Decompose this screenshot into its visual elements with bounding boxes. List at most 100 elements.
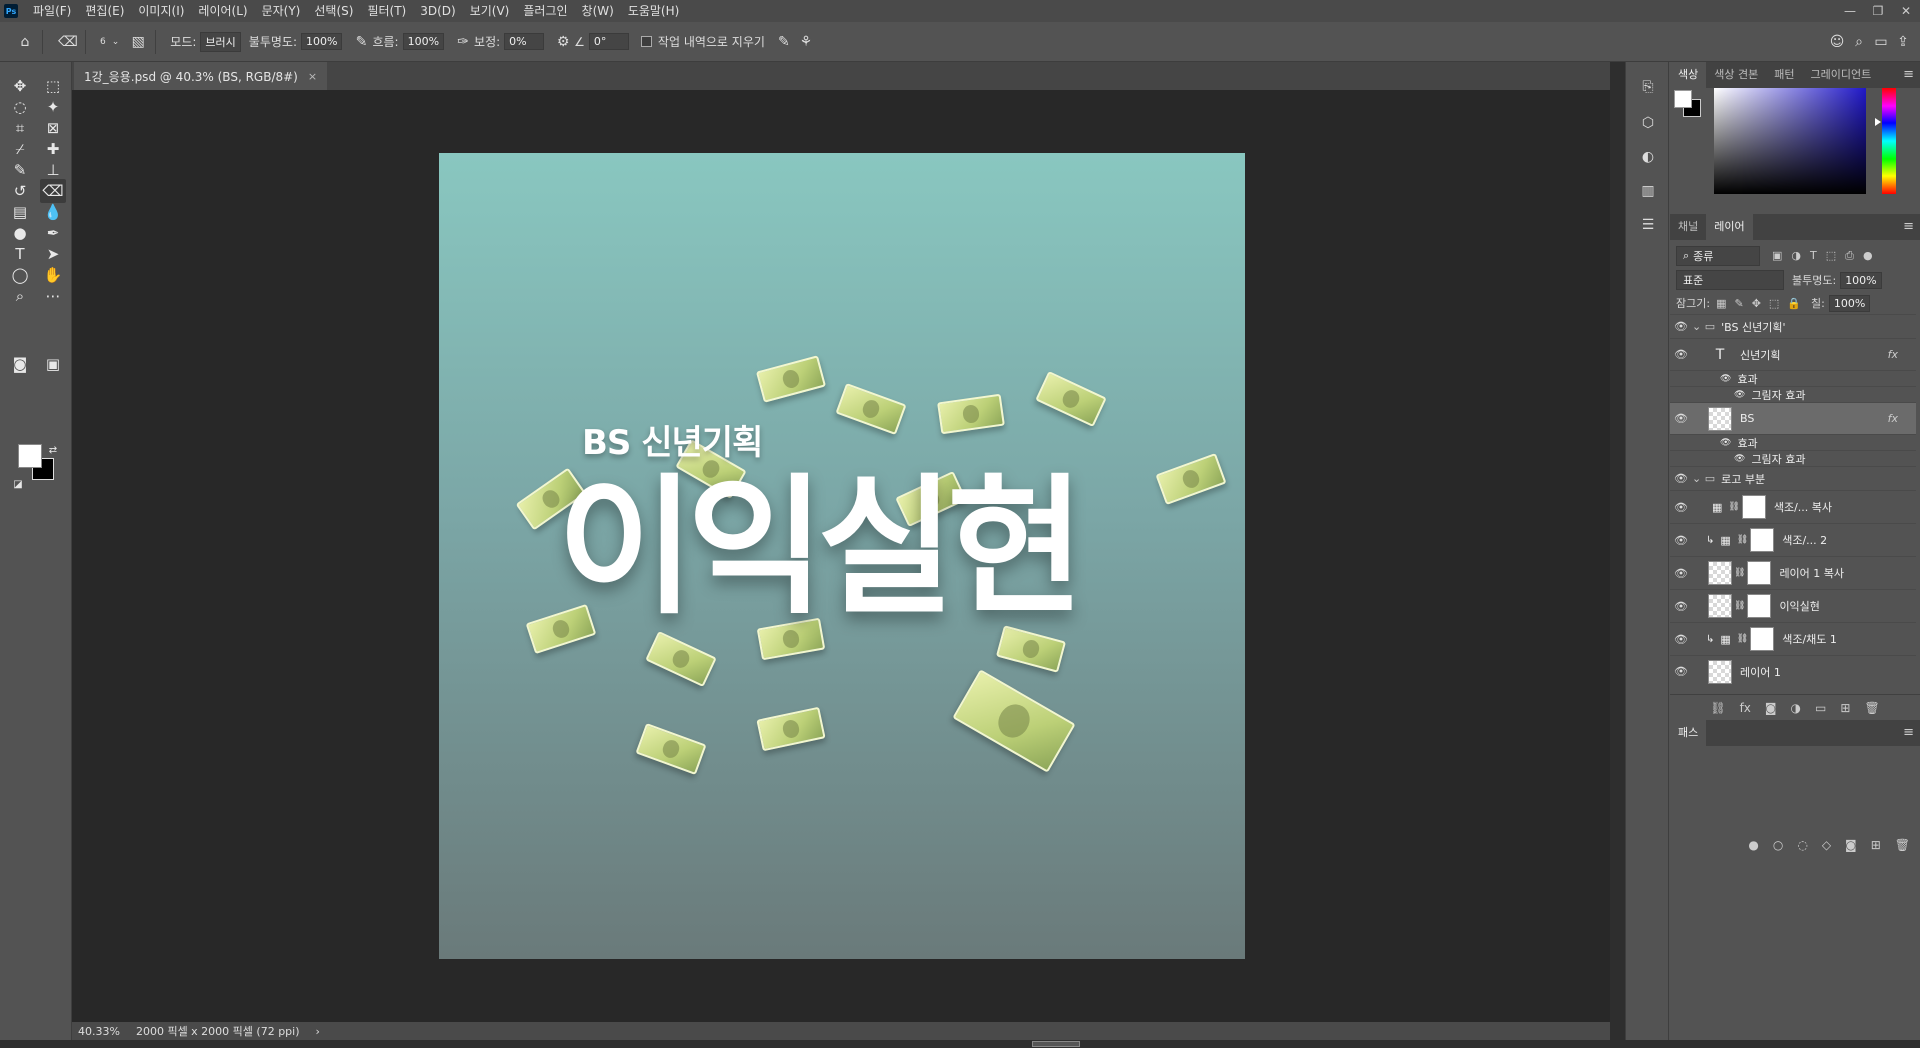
- panel-menu-icon[interactable]: ≡: [1903, 725, 1914, 740]
- visibility-eye-icon[interactable]: 👁: [1670, 348, 1692, 361]
- effect-visibility-icon[interactable]: 👁: [1720, 438, 1731, 448]
- airbrush-icon[interactable]: ✑: [452, 31, 474, 53]
- visibility-eye-icon[interactable]: 👁: [1670, 567, 1692, 580]
- layer-mask-thumbnail[interactable]: [1747, 594, 1772, 618]
- hue-slider[interactable]: [1882, 88, 1896, 194]
- menu-filter[interactable]: 필터(T): [360, 0, 413, 22]
- folder-icon[interactable]: ⌄ ▭: [1692, 320, 1715, 333]
- layer-opacity-field[interactable]: 100%: [1840, 271, 1882, 289]
- stroke-path-icon[interactable]: ○: [1773, 838, 1783, 852]
- add-mask-icon[interactable]: ◙: [1765, 701, 1777, 715]
- history-panel-icon[interactable]: ⎘: [1635, 74, 1661, 100]
- visibility-eye-icon[interactable]: 👁: [1670, 472, 1692, 485]
- layer-effect-row[interactable]: 👁 효과: [1670, 434, 1916, 450]
- menu-image[interactable]: 이미지(I): [131, 0, 191, 22]
- effect-visibility-icon[interactable]: 👁: [1734, 390, 1745, 400]
- opacity-field[interactable]: 100%: [301, 33, 343, 50]
- layer-fx-badge[interactable]: fx: [1888, 412, 1898, 425]
- layer-group-row[interactable]: 👁 ⌄ ▭ 'BS 신년기획': [1670, 314, 1916, 338]
- pressure-opacity-icon[interactable]: ✎: [350, 31, 372, 53]
- filter-pixel-icon[interactable]: ▣: [1772, 249, 1782, 263]
- document-canvas[interactable]: BS 신년기획 이익실현: [439, 153, 1245, 959]
- swap-colors-icon[interactable]: ⇄: [40, 438, 66, 462]
- visibility-eye-icon[interactable]: 👁: [1670, 412, 1692, 425]
- make-work-path-icon[interactable]: ◇: [1822, 838, 1831, 852]
- brush-settings-icon[interactable]: ▧: [127, 31, 149, 53]
- mask-link-icon[interactable]: ⛓: [1737, 535, 1748, 545]
- hue-slider-marker[interactable]: [1875, 118, 1881, 126]
- libraries-panel-icon[interactable]: ▥: [1635, 178, 1661, 204]
- filter-smart-object-icon[interactable]: ⎙: [1845, 249, 1854, 263]
- menu-file[interactable]: 파일(F): [26, 0, 78, 22]
- close-window-button[interactable]: ✕: [1892, 0, 1920, 22]
- tab-channels[interactable]: 채널: [1670, 214, 1706, 240]
- share-icon[interactable]: ⇪: [1892, 31, 1914, 53]
- visibility-eye-icon[interactable]: 👁: [1670, 534, 1692, 547]
- lock-all-icon[interactable]: 🔒: [1787, 297, 1801, 310]
- mask-link-icon[interactable]: ⛓: [1734, 568, 1745, 578]
- menu-help[interactable]: 도움말(H): [621, 0, 687, 22]
- visibility-eye-icon[interactable]: 👁: [1670, 501, 1692, 514]
- add-mask-icon[interactable]: ◙: [1845, 838, 1857, 852]
- lock-pixels-icon[interactable]: ✎: [1734, 297, 1743, 310]
- layer-row[interactable]: 👁 레이어 1: [1670, 655, 1916, 687]
- filter-shape-icon[interactable]: ⬚: [1826, 249, 1836, 263]
- layer-effect-row[interactable]: 👁 그림자 효과: [1670, 450, 1916, 466]
- layer-style-icon[interactable]: fx: [1740, 701, 1751, 715]
- mask-link-icon[interactable]: ⛓: [1728, 502, 1739, 512]
- eraser-tool-preset-icon[interactable]: ⌫: [57, 31, 79, 53]
- lock-artboard-icon[interactable]: ⬚: [1769, 297, 1779, 310]
- menu-layer[interactable]: 레이어(L): [191, 0, 254, 22]
- layer-mask-thumbnail[interactable]: [1750, 528, 1775, 552]
- lock-position-icon[interactable]: ✥: [1752, 297, 1761, 310]
- status-arrow-icon[interactable]: ›: [316, 1025, 320, 1038]
- erase-history-checkbox[interactable]: [640, 36, 652, 47]
- horizontal-scrollbar[interactable]: [0, 1040, 1920, 1048]
- folder-icon[interactable]: ⌄ ▭: [1692, 472, 1715, 485]
- mode-select[interactable]: 브러시: [200, 31, 241, 52]
- effect-visibility-icon[interactable]: 👁: [1720, 374, 1731, 384]
- load-selection-icon[interactable]: ◌: [1797, 838, 1807, 852]
- menu-view[interactable]: 보기(V): [463, 0, 517, 22]
- workspace-icon[interactable]: ▭: [1870, 31, 1892, 53]
- screen-mode-icon[interactable]: ▣: [40, 352, 66, 376]
- minimize-button[interactable]: —: [1836, 0, 1864, 22]
- search-icon[interactable]: ⌕: [1848, 31, 1870, 53]
- layer-row[interactable]: 👁 BS fx: [1670, 402, 1916, 434]
- layer-row[interactable]: 👁 ↳ ▦ ⛓ 색조/채도 1: [1670, 622, 1916, 655]
- menu-3d[interactable]: 3D(D): [413, 0, 462, 22]
- new-path-icon[interactable]: ⊞: [1871, 838, 1881, 852]
- layer-row[interactable]: 👁 ⛓ 이익실현: [1670, 589, 1916, 622]
- tab-layers[interactable]: 레이어: [1706, 214, 1753, 240]
- layer-row[interactable]: 👁 ⛓ 레이어 1 복사: [1670, 556, 1916, 589]
- close-tab-icon[interactable]: ×: [308, 70, 317, 83]
- pressure-size-icon[interactable]: ✎: [773, 31, 795, 53]
- zoom-tool-icon[interactable]: ⌕: [7, 284, 33, 308]
- filter-type-icon[interactable]: T: [1810, 249, 1817, 263]
- vertical-scrollbar[interactable]: [1610, 62, 1625, 1040]
- layer-effect-row[interactable]: 👁 효과: [1670, 370, 1916, 386]
- panel-fg-swatch[interactable]: [1674, 90, 1692, 108]
- lock-transparent-icon[interactable]: ▦: [1716, 297, 1726, 310]
- new-group-icon[interactable]: ▭: [1815, 701, 1826, 715]
- scroll-thumb[interactable]: [1032, 1041, 1080, 1047]
- layer-group-row[interactable]: 👁 ⌄ ▭ 로고 부분: [1670, 466, 1916, 490]
- symmetry-icon[interactable]: ⚘: [795, 31, 817, 53]
- panel-menu-icon[interactable]: ≡: [1903, 219, 1914, 234]
- user-icon[interactable]: ☺: [1826, 31, 1848, 53]
- visibility-eye-icon[interactable]: 👁: [1670, 600, 1692, 613]
- filter-toggle-icon[interactable]: ●: [1863, 249, 1873, 263]
- fill-field[interactable]: 100%: [1828, 294, 1871, 312]
- gear-icon[interactable]: ⚙: [552, 31, 574, 53]
- adjustments-panel-icon[interactable]: ◐: [1635, 144, 1661, 170]
- document-tab[interactable]: 1강_응용.psd @ 40.3% (BS, RGB/8#) ×: [74, 62, 328, 90]
- mask-link-icon[interactable]: ⛓: [1734, 601, 1745, 611]
- default-colors-icon[interactable]: ◪: [5, 472, 31, 496]
- menu-window[interactable]: 창(W): [575, 0, 621, 22]
- delete-layer-icon[interactable]: 🗑: [1864, 701, 1879, 715]
- new-layer-icon[interactable]: ⊞: [1840, 701, 1850, 715]
- tab-paths[interactable]: 패스: [1670, 720, 1707, 746]
- visibility-eye-icon[interactable]: 👁: [1670, 665, 1692, 678]
- canvas-area[interactable]: BS 신년기획 이익실현: [72, 90, 1610, 1022]
- filter-adjustment-icon[interactable]: ◑: [1791, 249, 1801, 263]
